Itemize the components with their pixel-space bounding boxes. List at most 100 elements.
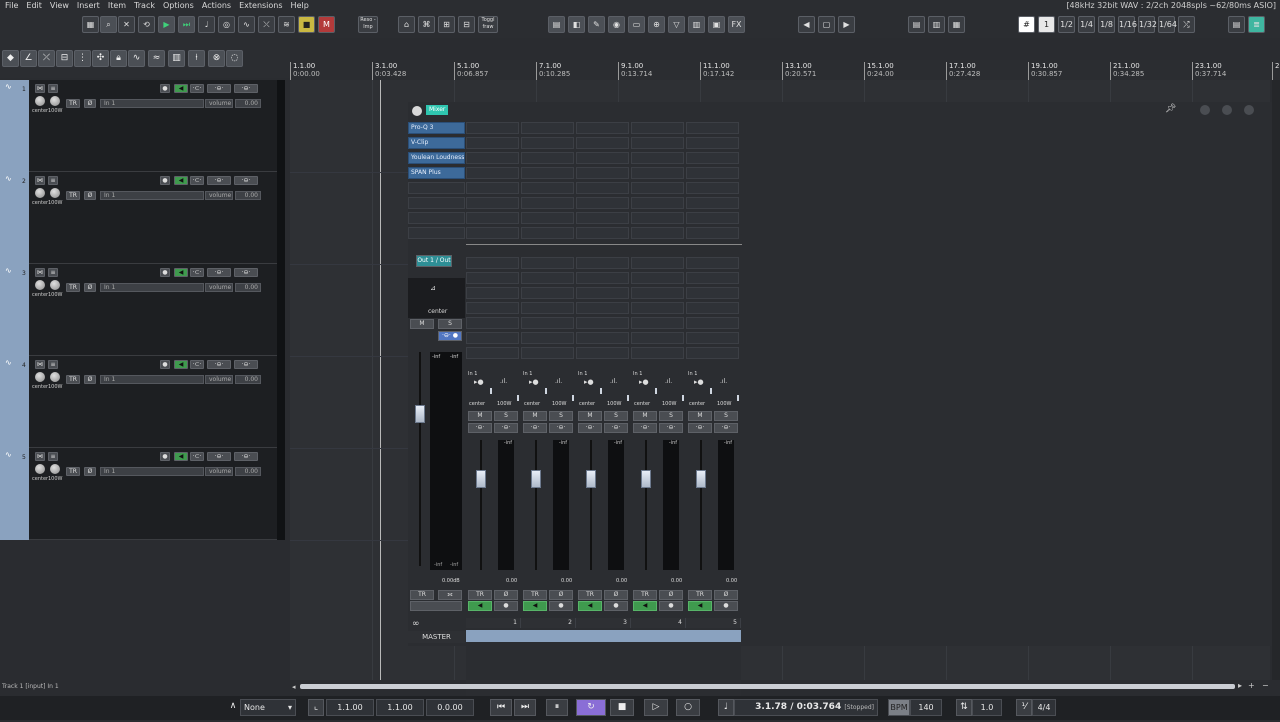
strip-fx-slot[interactable] [631,332,684,344]
strip-mute-button[interactable]: M [523,411,547,421]
strip-fx-slot[interactable] [466,152,519,164]
selection-start[interactable]: 1.1.00 [326,699,374,716]
toggle-button[interactable]: Toggl fraw [478,16,498,33]
track-color-bar[interactable] [0,80,29,172]
tool-a-icon[interactable]: ⌂ [398,16,415,33]
menu-options[interactable]: Options [158,0,197,12]
track-volume-value[interactable]: 0.00 [235,99,261,108]
strip-fx-slot[interactable] [631,227,684,239]
strip-color-bar[interactable] [521,630,576,642]
track-volume-slider[interactable]: volume [205,283,233,292]
strip-fx-slot[interactable] [521,302,574,314]
track-solo-button[interactable]: ≡ [48,84,58,93]
mixer-toggle-icon[interactable]: ⤫ [38,50,55,67]
division-quarter[interactable]: 1/4 [1078,16,1095,33]
track-solo-button[interactable]: ≡ [48,176,58,185]
track-input-name[interactable]: In 1 [100,467,204,476]
envelope-icon[interactable]: ∿ [238,16,255,33]
strip-fx-button[interactable]: ·⊖· [688,423,712,433]
strip-fx-slot[interactable] [631,212,684,224]
strip-fx-slot[interactable] [521,167,574,179]
track-input-name[interactable]: In 1 [100,99,204,108]
strip-fx-slot[interactable] [521,272,574,284]
strip-fx-slot[interactable] [576,317,629,329]
ruler-icon[interactable]: ⋮ [74,50,91,67]
lock-tool-icon[interactable]: 🔒︎ [110,50,127,67]
view-b-icon[interactable]: ≣ [1248,16,1265,33]
go-start-icon[interactable]: ⏮ [490,699,512,716]
filter-icon[interactable]: ▽ [668,16,685,33]
strip-fx-slot[interactable] [521,197,574,209]
track-mute-button[interactable]: ⋈ [35,84,45,93]
strip-phase-button[interactable]: Ø [494,590,518,600]
scroll-right-icon[interactable]: ▸ [1238,681,1242,690]
track-color-bar[interactable] [0,356,29,448]
route-button[interactable]: ·⊖· [234,452,258,461]
track-input-name[interactable]: In 1 [100,283,204,292]
position-display[interactable]: 3.1.78 / 0:03.764 [Stopped] [734,699,878,716]
strip-input-name[interactable]: In 1 [468,371,477,377]
midi-icon[interactable]: M [318,16,335,33]
track-row[interactable]: ∿ 3 ⋈ ≡ center 100W ● ◀ ·⊂· ·⊖· ·⊖· TR Ø In 1 volume 0.… [0,264,285,356]
strip-arm-button[interactable]: ● [714,601,738,611]
menu-help[interactable]: Help [286,0,312,12]
strip-fx-slot[interactable] [576,212,629,224]
phase-button[interactable]: Ø [84,467,96,476]
strip-trim-button[interactable]: TR [578,590,602,600]
track-solo-button[interactable]: ≡ [48,360,58,369]
master-route-button[interactable]: ·⊖· ● [438,331,462,341]
track-volume-value[interactable]: 0.00 [235,191,261,200]
strip-fx-slot[interactable] [521,122,574,134]
strip-input-name[interactable]: In 1 [578,371,587,377]
menu-file[interactable]: File [0,0,21,12]
track-volume-slider[interactable]: volume [205,191,233,200]
strip-fx-slot[interactable] [686,287,739,299]
strip-fx-slot[interactable] [576,272,629,284]
grid-hash-icon[interactable]: # [1018,16,1035,33]
strip-fader-cap[interactable] [476,470,486,488]
strip-fx-slot[interactable] [686,182,739,194]
timesig-icon[interactable]: ⅟ [1016,699,1032,716]
lock-icon[interactable]: ■ [298,16,315,33]
track-solo-button[interactable]: ≡ [48,452,58,461]
strip-fx-slot[interactable] [686,212,739,224]
master-trim-button[interactable]: TR [410,590,434,600]
track-row[interactable]: ∿ 5 ⋈ ≡ center 100W ● ◀ ·⊂· ·⊖· ·⊖· TR Ø In 1 volume 0.… [0,448,285,540]
track-volume-slider[interactable]: volume [205,375,233,384]
record-arm-icon[interactable]: ● [160,84,170,93]
trim-button[interactable]: TR [66,283,80,292]
strip-fx-slot[interactable] [466,137,519,149]
master-fx-empty-slot[interactable] [408,197,465,209]
strip-color-bar[interactable] [466,630,521,642]
tool-d-icon[interactable]: ⊟ [458,16,475,33]
strip-mute-button[interactable]: M [578,411,602,421]
division-32nd[interactable]: 1/32 [1138,16,1157,33]
tcp-scrollbar[interactable] [277,80,285,540]
timeline-ruler[interactable]: 1.1.00 0:00.00 3.1.00 0:03.428 5.1.00 0:06.… [290,60,1280,80]
menu-view[interactable]: View [45,0,72,12]
tool-b-icon[interactable]: ⌘ [418,16,435,33]
strip-color-bar[interactable] [576,630,631,642]
play-transport-icon[interactable]: ▷ [644,699,668,716]
strip-phase-button[interactable]: Ø [714,590,738,600]
env-button[interactable]: ·⊂· [190,360,204,369]
strip-fx-slot[interactable] [521,287,574,299]
envelope-mode-icon[interactable]: ∠ [20,50,37,67]
strip-arm-button[interactable]: ● [604,601,628,611]
strip-phase-button[interactable]: Ø [659,590,683,600]
track-mute-button[interactable]: ⋈ [35,452,45,461]
snap-icon[interactable]: ⊗ [208,50,225,67]
track-mute-button[interactable]: ⋈ [35,176,45,185]
env-button[interactable]: ·⊂· [190,84,204,93]
division-64th[interactable]: 1/64 [1158,16,1177,33]
master-stereo-button[interactable]: ⟗ [438,590,462,600]
record-arm-icon[interactable]: ● [160,360,170,369]
master-fx-empty-slot[interactable] [408,212,465,224]
strip-fx-slot[interactable] [576,137,629,149]
track-width-knob[interactable] [50,464,60,474]
master-fader-cap[interactable] [415,405,425,423]
tool-c-icon[interactable]: ⊞ [438,16,455,33]
repeat-icon[interactable]: ↻ [576,699,606,716]
strip-input-name[interactable]: In 1 [633,371,642,377]
strip-fx-slot[interactable] [576,347,629,359]
